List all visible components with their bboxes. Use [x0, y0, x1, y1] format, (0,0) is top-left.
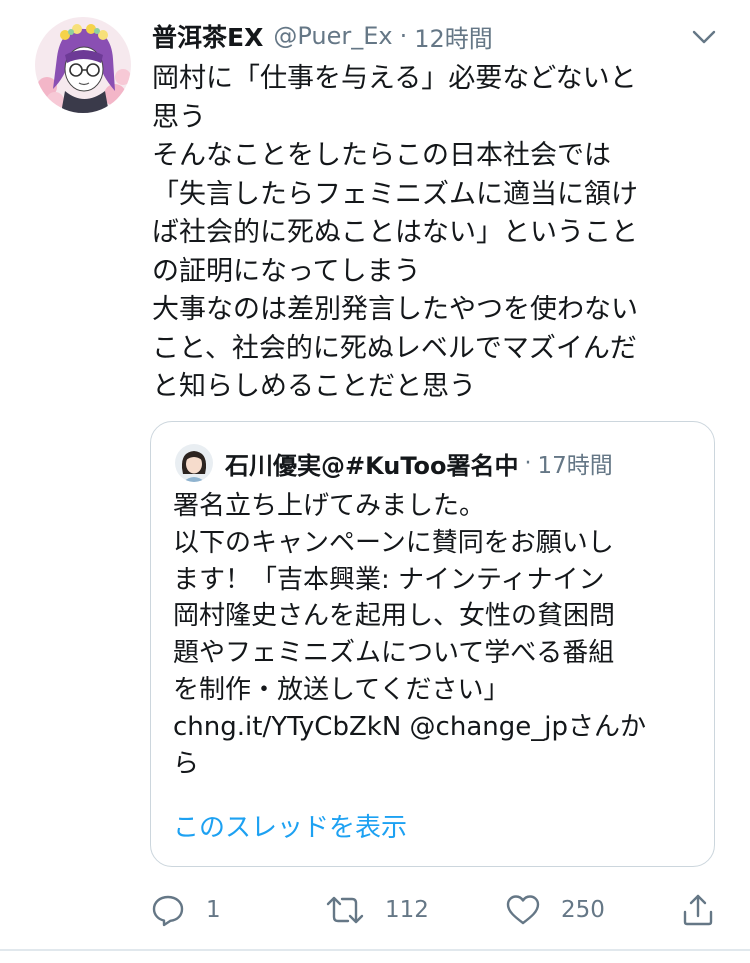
reply-count: 1	[206, 897, 221, 923]
tweet-body-line: と知らしめることだと思う	[152, 371, 476, 402]
quoted-tweet-timestamp: 17時間	[537, 453, 613, 479]
tweet-body-line: 大事なのは差別発言したやつを使わない	[152, 294, 638, 325]
author-display-name[interactable]: 普洱茶EX	[152, 18, 263, 54]
tweet-body-line: 思う	[152, 101, 206, 133]
quoted-body-line: 署名立ち上げてみました。	[173, 491, 486, 521]
chevron-down-icon[interactable]	[689, 26, 719, 48]
reply-button[interactable]: 1	[150, 888, 221, 932]
tweet-header: 普洱茶EX @Puer_Ex · 12時間	[152, 18, 493, 54]
tweet-action-bar: 1 112 250	[0, 888, 750, 932]
author-avatar[interactable]	[35, 17, 131, 113]
quoted-body-line: chng.it/YTyCbZkN @change_jpさんか	[173, 711, 646, 742]
header-separator: ·	[399, 22, 408, 50]
retweet-button[interactable]: 112	[325, 888, 429, 932]
tweet-timestamp[interactable]: 12時間	[414, 19, 493, 54]
like-count: 250	[561, 897, 605, 923]
quoted-body-line: 以下のキャンペーンに賛同をお願いし	[173, 527, 614, 558]
quoted-body-line: 岡村隆史さんを起用し、女性の貧困問	[173, 601, 616, 632]
quoted-author-display-name: 石川優実@#KuToo署名中	[225, 451, 519, 480]
quoted-body-line: 題やフェミニズムについて学べる番組	[173, 638, 615, 669]
retweet-count: 112	[385, 897, 429, 923]
quoted-header-separator: ·	[524, 450, 532, 476]
tweet-body-line: 岡村に「仕事を与える」必要などないと	[152, 63, 637, 94]
show-thread-link[interactable]: このスレッドを表示	[173, 807, 407, 844]
reply-icon	[150, 892, 186, 928]
tweet-body-line: そんなことをしたらこの日本社会では	[152, 140, 611, 171]
quoted-body-line: ます！「吉本興業: ナインティナイン	[173, 564, 605, 595]
tweet: 普洱茶EX @Puer_Ex · 12時間 岡村に「仕事を与える」必要などないと…	[0, 0, 750, 963]
tweet-body: 岡村に「仕事を与える」必要などないと 思う そんなことをしたらこの日本社会では …	[152, 60, 702, 407]
quoted-body-line: ら	[173, 748, 200, 779]
tweet-body-line: の証明になってしまう	[152, 255, 421, 287]
tweet-body-line: こと、社会的に死ぬレベルでマズイんだ	[152, 332, 637, 364]
tweet-body-line: ば社会的に死ぬことはない」ということ	[152, 217, 638, 248]
heart-icon	[505, 892, 541, 928]
share-icon	[680, 892, 716, 928]
quoted-tweet-body: 署名立ち上げてみました。 以下のキャンペーンに賛同をお願いし ます！「吉本興業:…	[173, 488, 698, 782]
like-button[interactable]: 250	[505, 888, 605, 932]
quoted-tweet-header: 石川優実@#KuToo署名中 · 17時間	[225, 444, 613, 482]
tweet-divider	[0, 949, 750, 951]
share-button[interactable]	[680, 888, 716, 932]
retweet-icon	[325, 892, 365, 928]
author-handle[interactable]: @Puer_Ex	[273, 22, 392, 50]
tweet-body-line: 「失言したらフェミニズムに適当に頷け	[152, 178, 638, 210]
quoted-author-avatar	[175, 444, 213, 482]
quoted-tweet-card[interactable]: 石川優実@#KuToo署名中 · 17時間 署名立ち上げてみました。 以下のキャ…	[150, 421, 715, 867]
quoted-body-line: を制作・放送してください」	[173, 674, 510, 705]
